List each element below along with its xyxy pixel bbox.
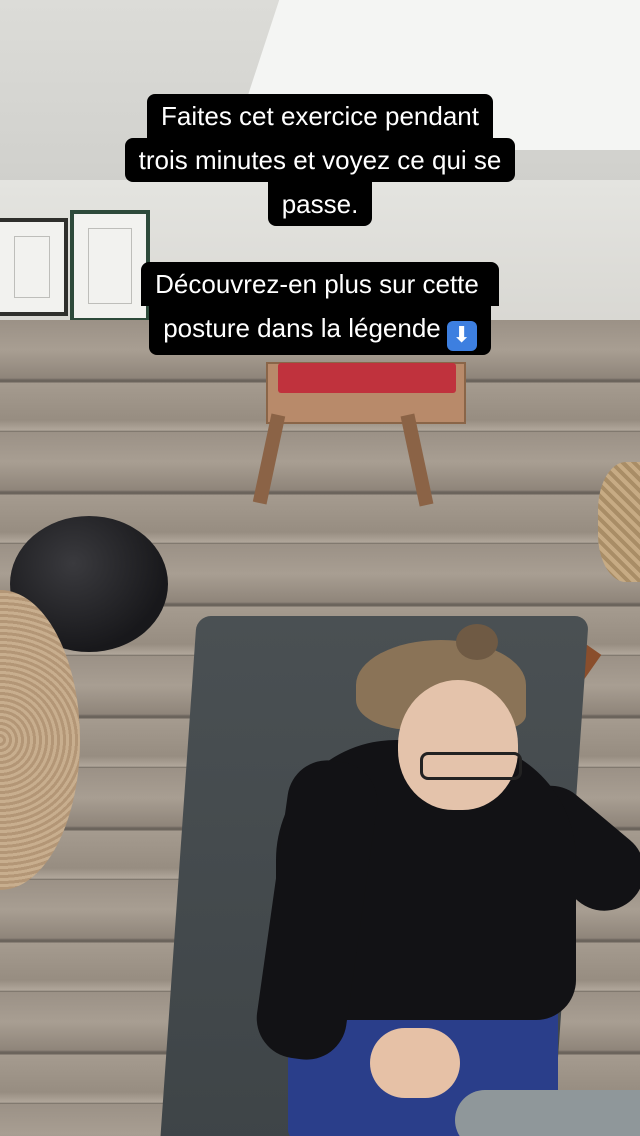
glasses [420,752,522,780]
person-head [398,680,518,810]
hair-bun [456,624,498,660]
caption-line: passe. [267,182,373,226]
caption-line: posture dans la légende ⬇ [149,306,491,355]
down-arrow-emoji-icon: ⬇ [446,321,477,351]
caption-block-bottom: Découvrez-en plus sur cette posture dans… [0,262,640,355]
woven-basket [598,462,640,582]
caption-line: Découvrez-en plus sur cette [141,262,499,306]
caption-text: posture dans la légende [163,313,441,343]
caption-line: Faites cet exercice pendant [147,94,493,138]
person-hand [370,1028,460,1098]
caption-line: trois minutes et voyez ce qui se [124,138,516,182]
caption-block-top: Faites cet exercice pendant trois minute… [0,94,640,226]
stool-cushion [278,363,456,393]
person-sock [455,1090,640,1136]
